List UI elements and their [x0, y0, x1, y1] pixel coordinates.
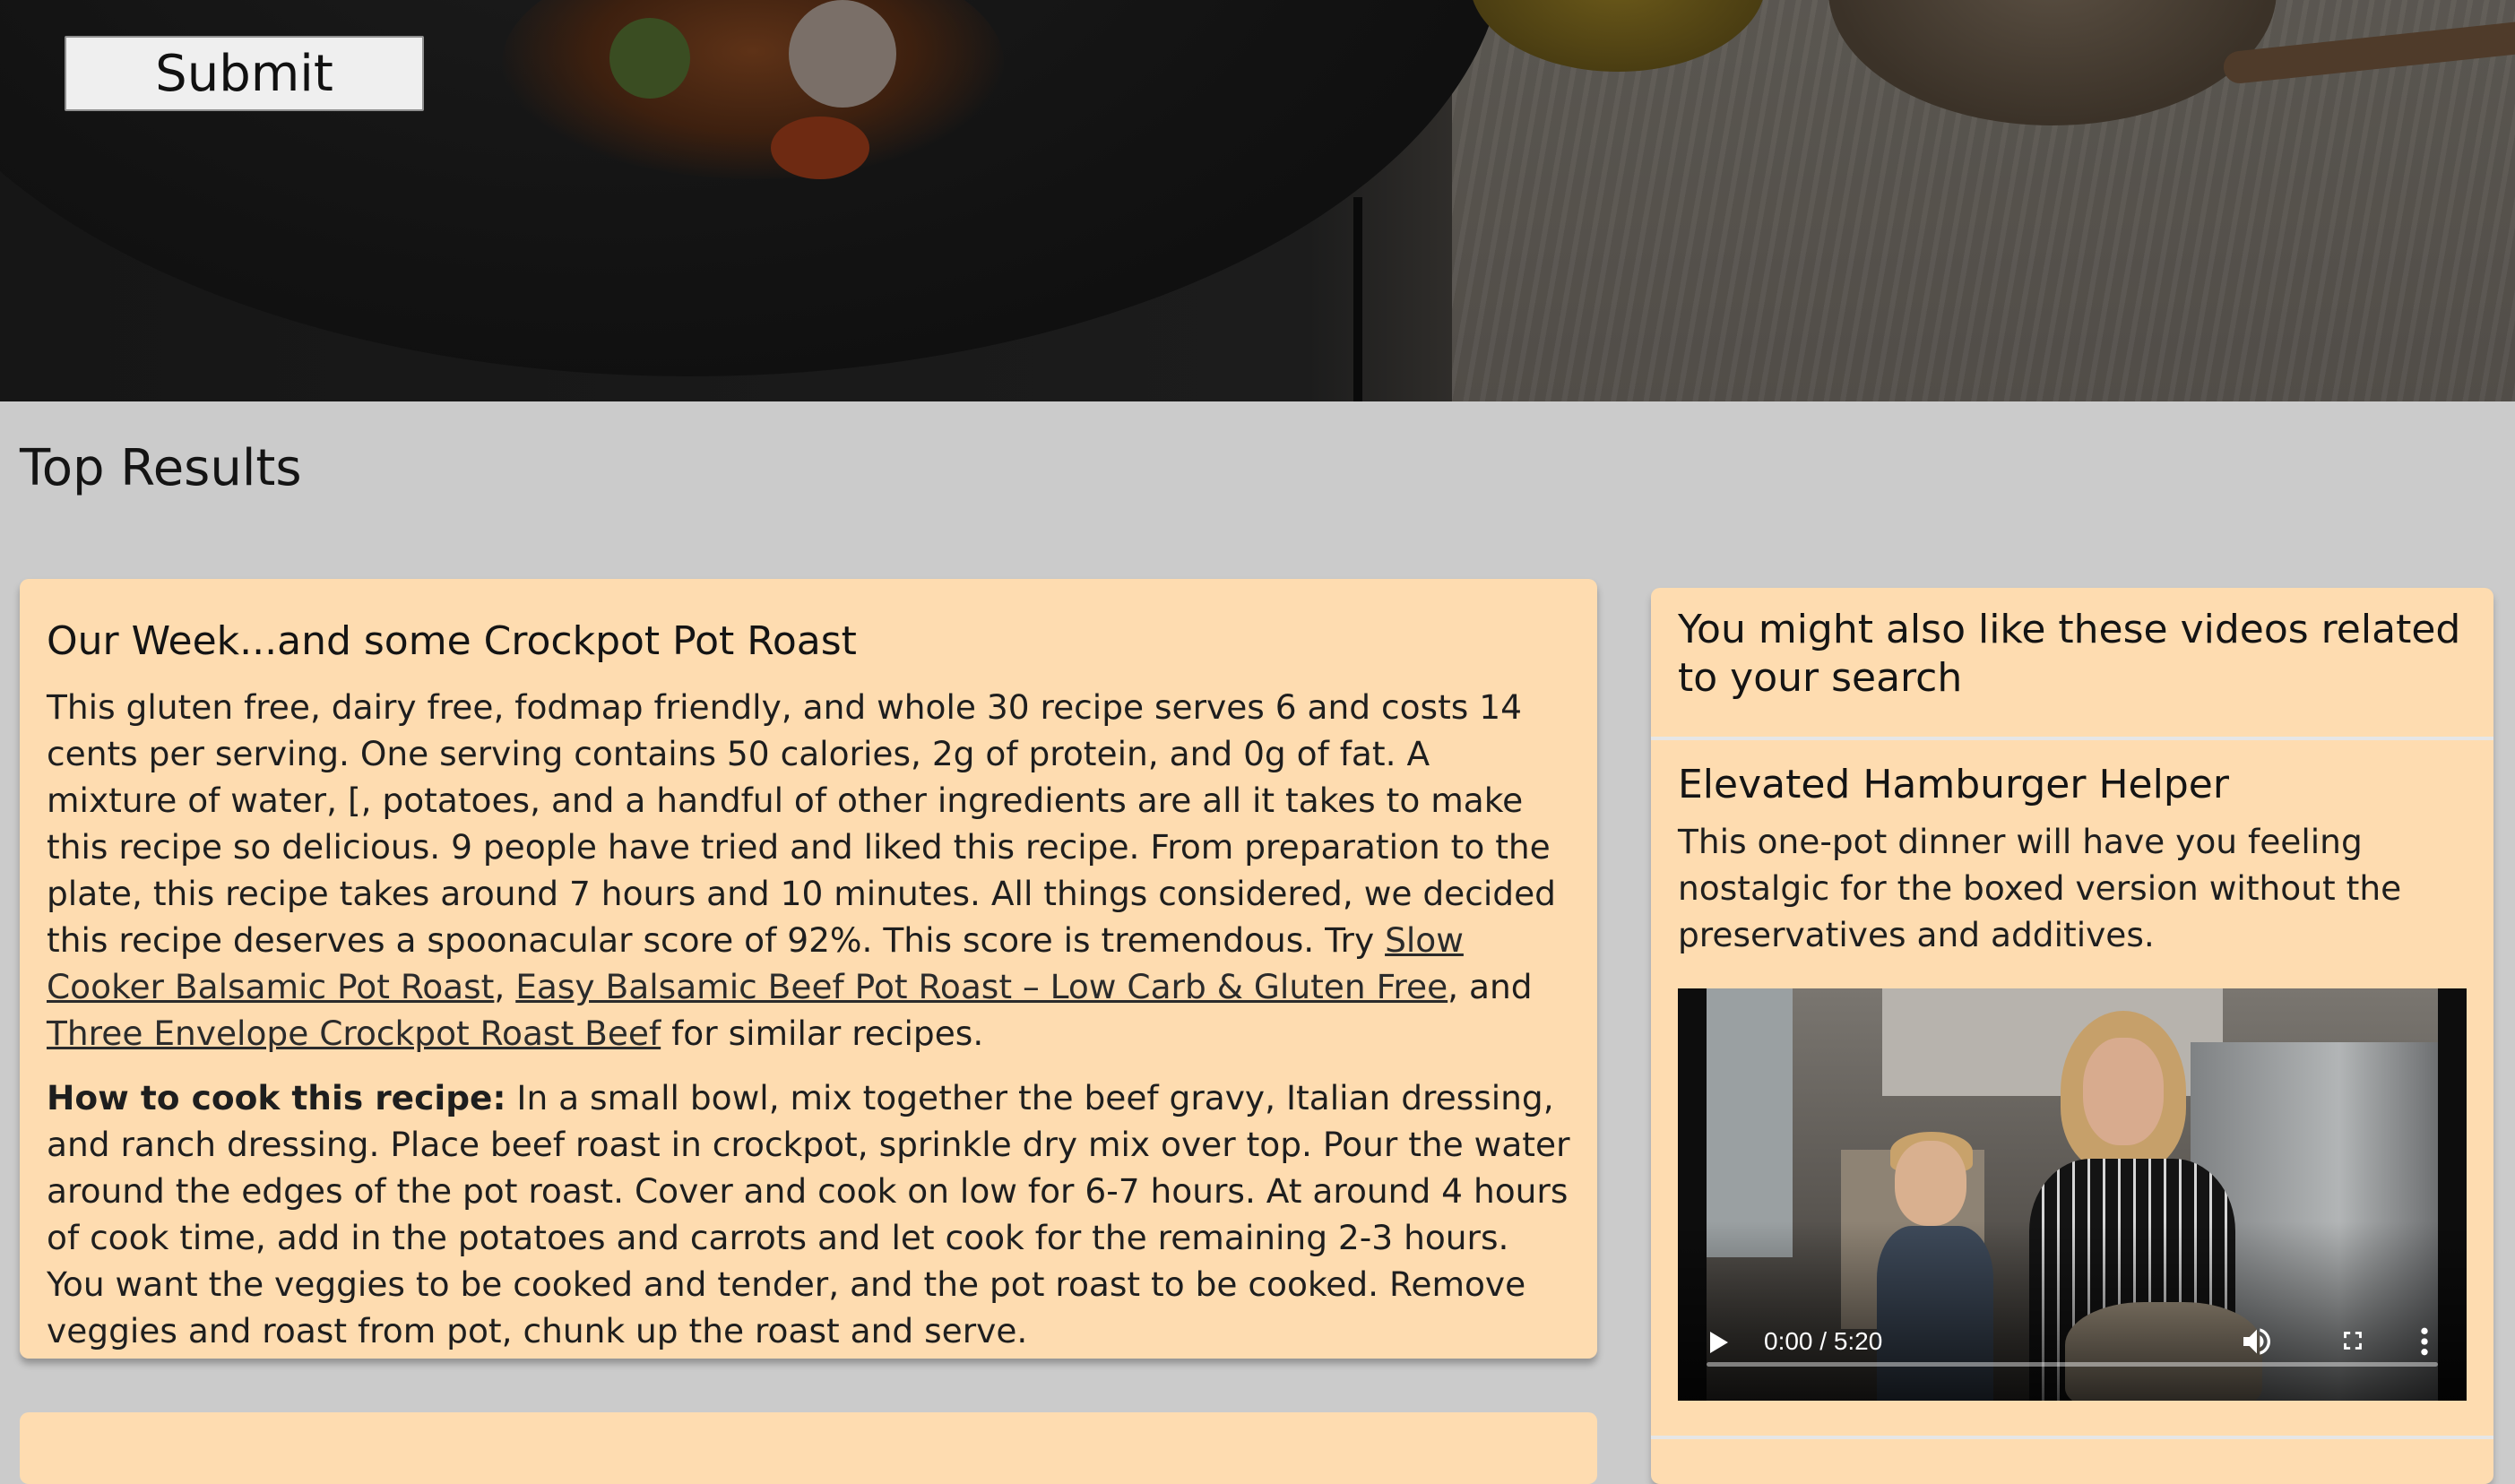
video-description: This one-pot dinner will have you feelin…: [1678, 822, 2402, 954]
video-scene-boy-head: [1895, 1141, 1966, 1226]
hero-broccoli-image: [609, 18, 690, 99]
recipe-summary: This gluten free, dairy free, fodmap fri…: [47, 684, 1570, 1057]
volume-icon[interactable]: [2239, 1324, 2275, 1359]
similar-recipe-link[interactable]: Easy Balsamic Beef Pot Roast – Low Carb …: [515, 967, 1448, 1006]
how-to-cook-label: How to cook this recipe:: [47, 1078, 506, 1117]
summary-separator: , and: [1448, 967, 1533, 1006]
video-title: Elevated Hamburger Helper: [1678, 762, 2229, 807]
summary-intro: This gluten free, dairy free, fodmap fri…: [47, 687, 1556, 960]
video-item: Elevated Hamburger Helper This one-pot d…: [1651, 740, 2493, 1439]
hero-radish-image: [789, 0, 896, 108]
summary-outro: for similar recipes.: [661, 1014, 984, 1053]
summary-separator: ,: [494, 967, 516, 1006]
instructions-text: In a small bowl, mix together the beef g…: [47, 1078, 1570, 1350]
video-scene-window: [1707, 988, 1793, 1257]
related-videos-heading: You might also like these videos related…: [1678, 607, 2461, 701]
submit-button[interactable]: Submit: [65, 36, 424, 111]
video-player[interactable]: 0:00 / 5:20: [1678, 988, 2467, 1401]
fullscreen-icon[interactable]: [2338, 1325, 2368, 1356]
more-vertical-icon[interactable]: [2418, 1324, 2431, 1359]
related-videos-header: You might also like these videos related…: [1651, 588, 2493, 740]
similar-recipe-link[interactable]: Three Envelope Crockpot Roast Beef: [47, 1014, 661, 1053]
next-recipe-card: [20, 1412, 1597, 1484]
hero-pan-handle-image: [1353, 197, 1362, 401]
video-controls: 0:00 / 5:20: [1678, 1315, 2467, 1368]
related-videos-panel: You might also like these videos related…: [1651, 588, 2493, 1484]
recipe-title: Our Week...and some Crockpot Pot Roast: [47, 618, 857, 664]
video-scene-woman-face: [2083, 1038, 2164, 1145]
hero-tomato-image: [771, 116, 869, 179]
video-controls-overlay: [1678, 1221, 2467, 1401]
recipe-card: Our Week...and some Crockpot Pot Roast T…: [20, 579, 1597, 1359]
video-progress-bar[interactable]: [1707, 1362, 2438, 1367]
play-icon[interactable]: [1710, 1332, 1728, 1353]
hero-banner: Submit: [0, 0, 2515, 401]
results-heading: Top Results: [20, 439, 302, 497]
recipe-instructions: How to cook this recipe: In a small bowl…: [47, 1074, 1570, 1354]
video-time: 0:00 / 5:20: [1764, 1327, 1883, 1355]
